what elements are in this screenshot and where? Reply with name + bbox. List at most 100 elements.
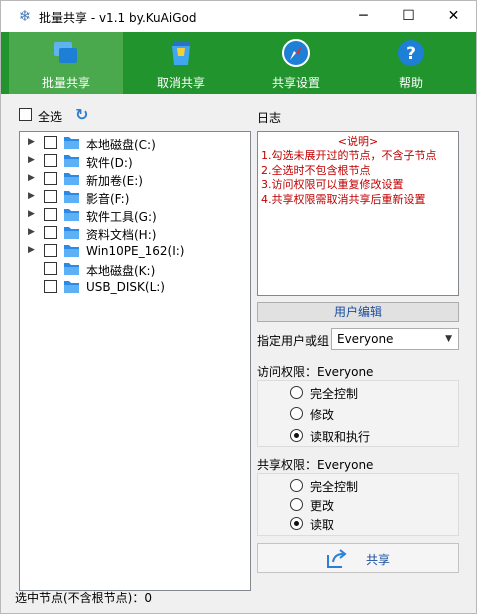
log-line: 2.全选时不包含根节点 <box>261 163 371 177</box>
node-label: 资料文档(H:) <box>86 228 157 242</box>
tool-batch-share-label: 批量共享 <box>41 76 90 90</box>
snowflake-icon: ❄ <box>18 7 32 25</box>
tool-help-label: 帮助 <box>398 76 423 90</box>
node-label: 本地磁盘(C:) <box>86 138 156 152</box>
node-label: 本地磁盘(K:) <box>86 264 156 278</box>
folder-icon <box>64 263 79 275</box>
select-all-checkbox[interactable] <box>19 108 32 121</box>
expand-arrow-icon[interactable]: ▶ <box>28 227 35 237</box>
radio-button[interactable] <box>290 517 303 530</box>
tool-help[interactable]: ? 帮助 <box>354 32 468 94</box>
node-checkbox[interactable] <box>44 208 57 221</box>
radio-label: 完全控制 <box>310 387 359 401</box>
tool-share-settings-label: 共享设置 <box>271 76 320 90</box>
node-checkbox[interactable] <box>44 226 57 239</box>
select-all-label: 全选 <box>38 110 63 124</box>
tree-node[interactable]: ▶ 软件(D:) <box>20 152 250 170</box>
radio-label: 完全控制 <box>310 480 359 494</box>
tree-node[interactable]: ▶ Win10PE_162(I:) <box>20 242 250 260</box>
folder-icon <box>64 281 79 293</box>
maximize-button[interactable]: ☐ <box>386 1 431 32</box>
node-checkbox[interactable] <box>44 190 57 203</box>
svg-text:?: ? <box>406 44 416 64</box>
node-label: USB_DISK(L:) <box>86 280 165 294</box>
node-label: Win10PE_162(I:) <box>86 244 185 258</box>
radio-button[interactable] <box>290 498 303 511</box>
expand-arrow-icon[interactable]: ▶ <box>28 191 35 201</box>
log-heading: <说明> <box>337 135 379 148</box>
tree-node[interactable]: ▶ 影音(F:) <box>20 188 250 206</box>
expand-arrow-icon[interactable]: ▶ <box>28 137 35 147</box>
tool-cancel-share[interactable]: 取消共享 <box>124 32 238 94</box>
user-group-value: Everyone <box>337 332 394 346</box>
user-edit-button[interactable]: 用户编辑 <box>257 302 459 322</box>
folder-icon <box>64 245 79 257</box>
share-permission-label: 共享权限：Everyone <box>257 458 374 472</box>
node-checkbox[interactable] <box>44 262 57 275</box>
radio-button[interactable] <box>290 407 303 420</box>
tool-share-settings[interactable]: 共享设置 <box>239 32 353 94</box>
radio-label: 读取和执行 <box>310 430 371 444</box>
folder-icon <box>64 191 79 203</box>
radio-button[interactable] <box>290 479 303 492</box>
node-checkbox[interactable] <box>44 280 57 293</box>
folder-icon <box>64 155 79 167</box>
folder-icon <box>64 137 79 149</box>
access-permission-group: 完全控制 修改 读取和执行 <box>257 380 459 447</box>
window-title: 批量共享 - v1.1 by.KuAiGod <box>39 11 197 25</box>
share-icon <box>327 549 347 568</box>
folder-icon <box>64 227 79 239</box>
refresh-icon[interactable]: ↻ <box>75 105 88 124</box>
access-permission-label: 访问权限：Everyone <box>257 365 374 379</box>
share-permission-group: 完全控制 更改 读取 <box>257 473 459 536</box>
log-box[interactable]: <说明> 1.勾选未展开过的节点，不含子节点 2.全选时不包含根节点 3.访问权… <box>257 131 459 296</box>
share-button-label: 共享 <box>366 553 391 567</box>
folder-icon <box>64 209 79 221</box>
node-checkbox[interactable] <box>44 154 57 167</box>
radio-button[interactable] <box>290 429 303 442</box>
chevron-down-icon: ▼ <box>445 334 452 344</box>
log-line: 3.访问权限可以重复修改设置 <box>261 178 404 191</box>
folder-icon <box>64 173 79 185</box>
app-window: ❄ 批量共享 - v1.1 by.KuAiGod ─ ☐ ✕ 批量共享 取消共享 <box>0 0 477 614</box>
user-group-select[interactable]: Everyone ▼ <box>331 328 459 350</box>
share-button[interactable]: 共享 <box>257 543 459 573</box>
tree-node[interactable]: ▶ 新加卷(E:) <box>20 170 250 188</box>
log-line: 4.共享权限需取消共享后重新设置 <box>261 192 426 206</box>
node-label: 软件工具(G:) <box>86 210 157 224</box>
windows-blue-icon <box>54 42 77 63</box>
radio-label: 读取 <box>310 518 335 532</box>
expand-arrow-icon[interactable]: ▶ <box>28 155 35 165</box>
specify-user-label: 指定用户或组 <box>257 334 330 348</box>
log-title: 日志 <box>257 111 282 125</box>
tree-node[interactable]: ▶ 软件工具(G:) <box>20 206 250 224</box>
node-label: 软件(D:) <box>86 156 133 170</box>
status-text: 选中节点(不含根节点)：0 <box>15 591 152 605</box>
close-button[interactable]: ✕ <box>431 1 476 32</box>
expand-arrow-icon[interactable]: ▶ <box>28 245 35 255</box>
radio-label: 更改 <box>310 499 335 513</box>
drive-tree[interactable]: ▶ 本地磁盘(C:) ▶ 软件(D:) ▶ 新加卷(E:) ▶ 影音(F:) ▶ <box>19 131 251 591</box>
compass-icon <box>282 39 310 67</box>
toolbar: 批量共享 取消共享 共享设置 ? 帮助 <box>1 32 476 94</box>
expand-arrow-icon[interactable]: ▶ <box>28 209 35 219</box>
node-checkbox[interactable] <box>44 172 57 185</box>
title-bar: ❄ 批量共享 - v1.1 by.KuAiGod ─ ☐ ✕ <box>1 1 476 32</box>
trash-bin-icon <box>172 41 190 65</box>
node-checkbox[interactable] <box>44 136 57 149</box>
log-line: 1.勾选未展开过的节点，不含子节点 <box>261 149 437 162</box>
tree-node[interactable]: 本地磁盘(K:) <box>20 260 250 278</box>
tree-node[interactable]: ▶ 资料文档(H:) <box>20 224 250 242</box>
expand-arrow-icon[interactable]: ▶ <box>28 173 35 183</box>
minimize-button[interactable]: ─ <box>341 1 386 32</box>
node-label: 影音(F:) <box>86 192 130 206</box>
node-checkbox[interactable] <box>44 244 57 257</box>
tool-cancel-share-label: 取消共享 <box>156 76 205 90</box>
tool-batch-share[interactable]: 批量共享 <box>9 32 123 94</box>
radio-label: 修改 <box>310 408 335 422</box>
radio-button[interactable] <box>290 386 303 399</box>
question-icon: ? <box>398 40 424 66</box>
node-label: 新加卷(E:) <box>86 174 143 188</box>
tree-node[interactable]: ▶ 本地磁盘(C:) <box>20 134 250 152</box>
tree-node[interactable]: USB_DISK(L:) <box>20 278 250 296</box>
